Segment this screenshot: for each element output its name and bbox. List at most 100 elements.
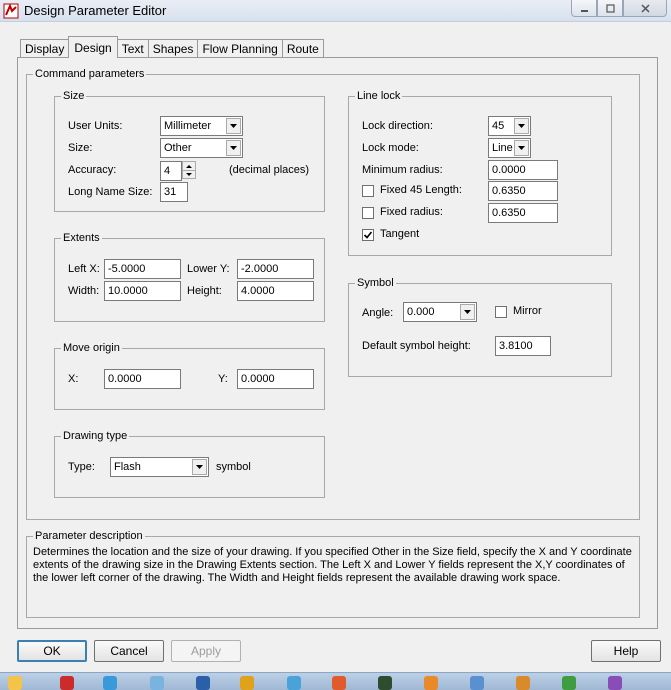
user-units-dropdown-arrow[interactable]: [226, 118, 241, 134]
chevron-down-icon: [518, 146, 525, 150]
width-input[interactable]: 10.0000: [104, 281, 181, 301]
tab-strip: Display Design Text Shapes Flow Planning…: [20, 36, 324, 58]
minimize-icon: [580, 9, 588, 12]
fixed-45-length-input[interactable]: 0.6350: [488, 181, 558, 201]
chevron-down-icon: [230, 124, 237, 128]
min-radius-input[interactable]: 0.0000: [488, 160, 558, 180]
origin-y-label: Y:: [218, 373, 228, 385]
help-button[interactable]: Help: [591, 640, 661, 662]
lock-mode-select[interactable]: Line: [488, 138, 531, 158]
mirror-label: Mirror: [513, 305, 542, 317]
accuracy-input[interactable]: 4: [160, 161, 182, 181]
close-icon: [640, 3, 650, 13]
lower-y-input[interactable]: -2.0000: [237, 259, 314, 279]
left-x-label: Left X:: [68, 263, 100, 275]
chevron-down-icon: [196, 465, 203, 469]
checkmark-icon: [363, 231, 373, 239]
drawing-type-legend: Drawing type: [61, 429, 130, 443]
symbol-legend: Symbol: [355, 276, 396, 290]
tab-shapes[interactable]: Shapes: [147, 39, 199, 58]
tab-route[interactable]: Route: [281, 39, 324, 58]
extents-group: Extents: [54, 231, 325, 322]
tangent-checkbox[interactable]: [362, 229, 374, 241]
width-label: Width:: [68, 285, 100, 297]
origin-x-label: X:: [68, 373, 79, 385]
size-dropdown-arrow[interactable]: [226, 140, 241, 156]
mirror-checkbox[interactable]: [495, 306, 507, 318]
taskbar-app-icon[interactable]: [287, 676, 301, 690]
chevron-down-icon: [230, 146, 237, 150]
drawing-type-suffix: symbol: [216, 461, 251, 473]
window-title: Design Parameter Editor: [24, 3, 167, 18]
long-name-size-input[interactable]: 31: [160, 182, 188, 202]
design-parameter-editor-window: Design Parameter Editor Display Design T…: [0, 0, 671, 690]
fixed-45-length-label: Fixed 45 Length:: [380, 184, 462, 196]
maximize-button[interactable]: [597, 0, 623, 17]
taskbar-app-icon[interactable]: [378, 676, 392, 690]
origin-y-input[interactable]: 0.0000: [237, 369, 314, 389]
taskbar-app-icon[interactable]: [103, 676, 117, 690]
line-lock-legend: Line lock: [355, 89, 403, 103]
taskbar-app-icon[interactable]: [516, 676, 530, 690]
fixed-radius-label: Fixed radius:: [380, 206, 443, 218]
close-button[interactable]: [623, 0, 667, 17]
fixed-45-length-checkbox[interactable]: [362, 185, 374, 197]
tab-text[interactable]: Text: [116, 39, 149, 58]
user-units-select[interactable]: Millimeter: [160, 116, 243, 136]
origin-x-input[interactable]: 0.0000: [104, 369, 181, 389]
size-value: Other: [164, 142, 192, 154]
drawing-type-dropdown-arrow[interactable]: [192, 459, 207, 475]
tab-display[interactable]: Display: [20, 39, 70, 58]
taskbar-app-icon[interactable]: [332, 676, 346, 690]
parameter-description-text: Determines the location and the size of …: [33, 546, 643, 585]
description-line-3: the lower left corner of the drawing. Th…: [33, 572, 561, 584]
default-symbol-height-label: Default symbol height:: [362, 340, 471, 352]
minimize-button[interactable]: [571, 0, 597, 17]
angle-value: 0.000: [407, 306, 435, 318]
taskbar-app-icon[interactable]: [608, 676, 622, 690]
lock-direction-value: 45: [492, 120, 505, 132]
lock-mode-dropdown-arrow[interactable]: [514, 140, 529, 156]
accuracy-spinner[interactable]: [182, 161, 196, 179]
taskbar-app-icon[interactable]: [424, 676, 438, 690]
tab-design[interactable]: Design: [68, 36, 118, 58]
lock-direction-label: Lock direction:: [362, 120, 433, 132]
maximize-icon: [605, 3, 615, 13]
ok-button[interactable]: OK: [17, 640, 87, 662]
command-parameters-legend: Command parameters: [33, 67, 147, 81]
user-units-value: Millimeter: [164, 120, 212, 132]
tab-flow-planning[interactable]: Flow Planning: [197, 39, 283, 58]
size-select[interactable]: Other: [160, 138, 243, 158]
taskbar-app-icon[interactable]: [60, 676, 74, 690]
chevron-down-icon: [464, 310, 471, 314]
angle-dropdown-arrow[interactable]: [460, 304, 475, 320]
taskbar-app-icon[interactable]: [8, 676, 22, 690]
extents-legend: Extents: [61, 231, 102, 245]
parameter-description-legend: Parameter description: [33, 529, 145, 543]
fixed-radius-input[interactable]: 0.6350: [488, 203, 558, 223]
lock-direction-select[interactable]: 45: [488, 116, 531, 136]
angle-label: Angle:: [362, 307, 394, 319]
lock-mode-label: Lock mode:: [362, 142, 419, 154]
lower-y-label: Lower Y:: [187, 263, 230, 275]
default-symbol-height-input[interactable]: 3.8100: [495, 336, 551, 356]
height-input[interactable]: 4.0000: [237, 281, 314, 301]
spin-up-icon: [186, 164, 192, 168]
taskbar-app-icon[interactable]: [150, 676, 164, 690]
fixed-radius-checkbox[interactable]: [362, 207, 374, 219]
taskbar-app-icon[interactable]: [470, 676, 484, 690]
tangent-label: Tangent: [380, 228, 420, 240]
taskbar-app-icon[interactable]: [196, 676, 210, 690]
taskbar-app-icon[interactable]: [562, 676, 576, 690]
lock-direction-dropdown-arrow[interactable]: [514, 118, 529, 134]
drawing-type-select[interactable]: Flash: [110, 457, 209, 477]
taskbar-app-icon[interactable]: [240, 676, 254, 690]
title-bar[interactable]: Design Parameter Editor: [0, 0, 671, 22]
description-line-1: Determines the location and the size of …: [33, 546, 632, 558]
left-x-input[interactable]: -5.0000: [104, 259, 181, 279]
cancel-button[interactable]: Cancel: [94, 640, 164, 662]
apply-button[interactable]: Apply: [171, 640, 241, 662]
angle-select[interactable]: 0.000: [403, 302, 477, 322]
description-line-2: extents of the drawing size in the Drawi…: [33, 559, 625, 571]
user-units-label: User Units:: [68, 120, 123, 132]
